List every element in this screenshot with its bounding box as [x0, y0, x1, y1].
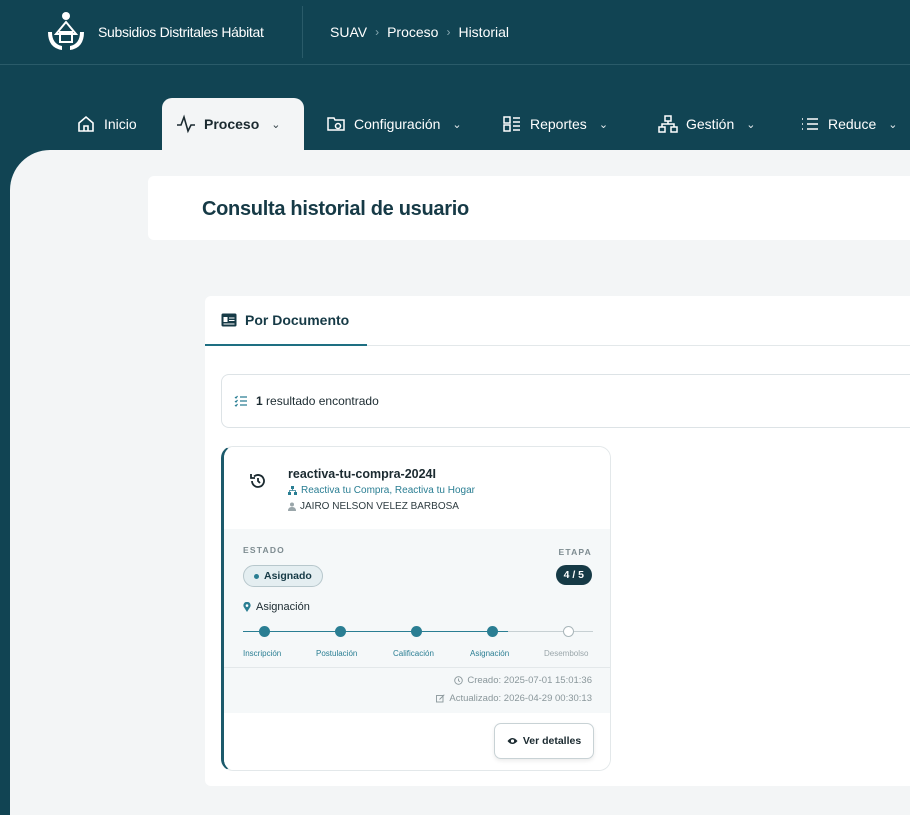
hierarchy-icon	[658, 115, 678, 133]
progress-stepper	[243, 624, 593, 644]
tab-por-documento[interactable]: Por Documento	[205, 296, 367, 346]
chevron-down-icon: ⌄	[598, 118, 609, 131]
status-dot-icon	[254, 573, 259, 579]
id-card-icon	[221, 313, 237, 327]
user-icon	[288, 502, 296, 511]
edit-icon	[436, 694, 446, 703]
report-list-icon	[503, 116, 520, 132]
progress-line-done	[243, 631, 508, 632]
history-card: reactiva-tu-compra-2024I Reactiva tu Com…	[221, 446, 611, 771]
clock-icon	[454, 676, 464, 685]
main-nav: Inicio Proceso ⌄ Configuración ⌄ Reporte…	[0, 98, 910, 150]
header-divider-line	[0, 64, 910, 65]
estado-label: ESTADO	[243, 545, 285, 555]
app-title[interactable]: Subsidios Distritales Hábitat	[98, 24, 264, 40]
created-date: Creado: 2025-07-01 15:01:36	[454, 675, 592, 686]
nav-item-reportes[interactable]: Reportes ⌄	[488, 98, 622, 150]
sitemap-icon	[288, 486, 297, 495]
list-icon	[802, 118, 818, 130]
header-divider	[302, 6, 303, 58]
step-dot-inscripcion	[259, 626, 270, 637]
list-check-icon	[234, 395, 247, 407]
button-label: Ver detalles	[522, 735, 582, 747]
step-label: Postulación	[316, 649, 358, 658]
stage-badge: 4 / 5	[555, 565, 592, 585]
card-footer: Ver detalles	[224, 713, 610, 770]
progress-line-pending	[508, 631, 593, 632]
step-dot-desembolso	[563, 626, 574, 637]
chevron-down-icon: ⌄	[888, 118, 898, 131]
nav-label: Gestión	[686, 116, 735, 132]
tab-bar: Por Documento	[205, 296, 910, 346]
nav-label: Reportes	[530, 116, 587, 132]
breadcrumb-item[interactable]: SUAV	[330, 24, 367, 40]
results-text: resultado encontrado	[266, 394, 379, 408]
breadcrumb-item-current: Historial	[458, 24, 510, 40]
page-title: Consulta historial de usuario	[202, 198, 469, 220]
folder-settings-icon	[327, 117, 345, 131]
page-header-card: Consulta historial de usuario	[148, 176, 910, 240]
step-dot-asignacion	[487, 626, 498, 637]
nav-label: Inicio	[104, 116, 137, 132]
results-count: 1	[256, 394, 263, 408]
breadcrumb: SUAV › Proceso › Historial	[330, 24, 509, 40]
nav-label: Reduce	[828, 116, 877, 132]
step-label: Asignación	[470, 649, 510, 658]
nav-item-inicio[interactable]: Inicio	[62, 98, 151, 150]
eye-icon	[507, 738, 518, 744]
breadcrumb-separator: ›	[375, 25, 380, 39]
step-label: Inscripción	[243, 649, 282, 658]
card-user: JAIRO NELSON VELEZ BARBOSA	[288, 501, 459, 512]
nav-item-proceso[interactable]: Proceso ⌄	[162, 98, 304, 150]
divider	[224, 667, 610, 668]
status-text: Asignado	[264, 570, 312, 582]
step-label: Calificación	[393, 649, 434, 658]
created-text: Creado: 2025-07-01 15:01:36	[467, 675, 592, 686]
view-details-button[interactable]: Ver detalles	[494, 723, 594, 759]
map-pin-icon	[243, 602, 251, 612]
nav-label: Configuración	[354, 116, 441, 132]
logo-icon[interactable]	[44, 10, 88, 54]
step-dot-postulacion	[335, 626, 346, 637]
activity-icon	[177, 114, 195, 134]
chevron-down-icon: ⌄	[452, 118, 462, 131]
user-name: JAIRO NELSON VELEZ BARBOSA	[300, 501, 459, 512]
program-name: Reactiva tu Compra, Reactiva tu Hogar	[301, 485, 475, 496]
card-program: Reactiva tu Compra, Reactiva tu Hogar	[288, 485, 475, 496]
step-dot-calificacion	[411, 626, 422, 637]
home-icon	[78, 115, 94, 132]
updated-date: Actualizado: 2026-04-29 00:30:13	[436, 693, 592, 704]
card-title: reactiva-tu-compra-2024I	[288, 467, 436, 481]
step-label: Desembolso	[544, 649, 589, 658]
top-header: Subsidios Distritales Hábitat SUAV › Pro…	[0, 0, 910, 64]
breadcrumb-separator: ›	[446, 25, 451, 39]
etapa-label: ETAPA	[558, 547, 592, 557]
phase-name: Asignación	[256, 601, 310, 613]
tab-label: Por Documento	[245, 312, 350, 328]
status-badge: Asignado	[243, 565, 323, 587]
breadcrumb-item[interactable]: Proceso	[387, 24, 438, 40]
search-panel: Por Documento 1 resultado encontrado rea…	[205, 296, 910, 786]
card-header: reactiva-tu-compra-2024I Reactiva tu Com…	[224, 447, 610, 529]
results-summary: 1 resultado encontrado	[221, 374, 910, 428]
history-icon	[250, 474, 265, 488]
updated-text: Actualizado: 2026-04-29 00:30:13	[449, 693, 592, 704]
nav-item-gestion[interactable]: Gestión ⌄	[644, 98, 769, 150]
nav-label: Proceso	[204, 116, 260, 132]
nav-item-configuracion[interactable]: Configuración ⌄	[312, 98, 476, 150]
nav-item-reduce[interactable]: Reduce ⌄	[786, 98, 910, 150]
current-phase: Asignación	[243, 601, 310, 613]
chevron-down-icon: ⌄	[746, 118, 756, 131]
chevron-down-icon: ⌄	[271, 118, 281, 131]
